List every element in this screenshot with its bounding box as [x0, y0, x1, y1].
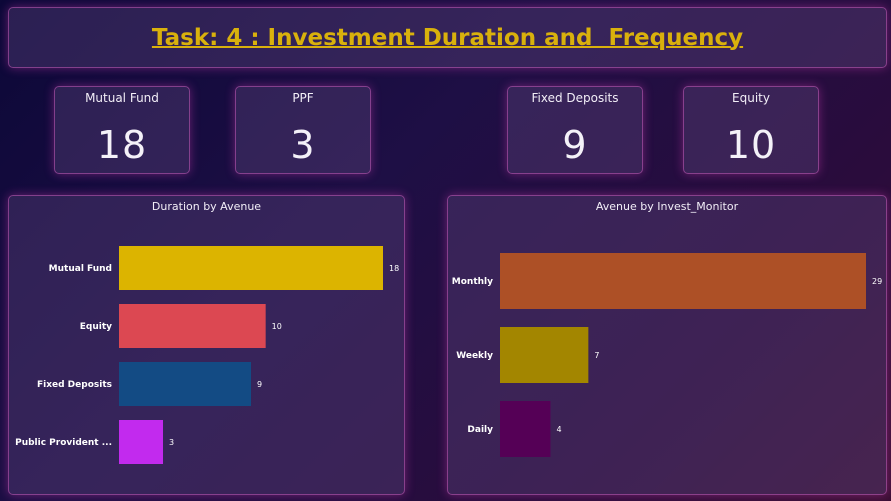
data-label: 7 — [594, 351, 599, 360]
kpi-value: 3 — [290, 123, 316, 167]
bar-monthly[interactable] — [500, 253, 866, 309]
data-label: 29 — [872, 277, 882, 286]
kpi-card-ppf[interactable]: PPF 3 — [235, 86, 371, 174]
title-banner: Task: 4 : Investment Duration and Freque… — [8, 7, 887, 68]
category-label: Fixed Deposits — [37, 380, 112, 390]
category-label: Public Provident ... — [15, 438, 112, 448]
avenue-by-invest-monitor-plot: Monthly 29 Weekly 7 Daily 4 — [452, 253, 882, 457]
category-label: Equity — [80, 322, 112, 332]
kpi-label: PPF — [292, 91, 314, 105]
kpi-label: Mutual Fund — [85, 91, 159, 105]
bar-daily[interactable] — [500, 401, 551, 457]
kpi-label: Equity — [732, 91, 770, 105]
category-label: Daily — [467, 425, 493, 435]
kpi-label: Fixed Deposits — [531, 91, 619, 105]
duration-by-avenue-chart[interactable]: Duration by Avenue Mutual Fund 18 Equity 10… — [8, 195, 405, 495]
bar-weekly[interactable] — [500, 327, 589, 383]
category-label: Monthly — [452, 277, 493, 287]
kpi-card-equity[interactable]: Equity 10 — [683, 86, 819, 174]
data-label: 18 — [389, 264, 399, 273]
data-label: 9 — [257, 380, 262, 389]
page-title: Task: 4 : Investment Duration and Freque… — [151, 24, 744, 51]
data-label: 10 — [272, 322, 282, 331]
bar-fixed-deposits[interactable] — [119, 362, 251, 406]
bar-mutual-fund[interactable] — [119, 246, 383, 290]
kpi-card-fixed-deposits[interactable]: Fixed Deposits 9 — [507, 86, 643, 174]
bar-public-provident[interactable] — [119, 420, 163, 464]
kpi-value: 10 — [725, 123, 777, 167]
kpi-card-mutual-fund[interactable]: Mutual Fund 18 — [54, 86, 190, 174]
bar-equity[interactable] — [119, 304, 266, 348]
category-label: Weekly — [456, 351, 493, 361]
category-label: Mutual Fund — [49, 264, 112, 274]
kpi-value: 9 — [562, 123, 588, 167]
avenue-by-invest-monitor-chart[interactable]: Avenue by Invest_Monitor Monthly 29 Weekly… — [447, 195, 887, 495]
kpi-value: 18 — [96, 123, 148, 167]
data-label: 3 — [169, 438, 174, 447]
data-label: 4 — [556, 425, 561, 434]
duration-by-avenue-plot: Mutual Fund 18 Equity 10 Fixed Deposits 9 Publ… — [15, 246, 399, 464]
